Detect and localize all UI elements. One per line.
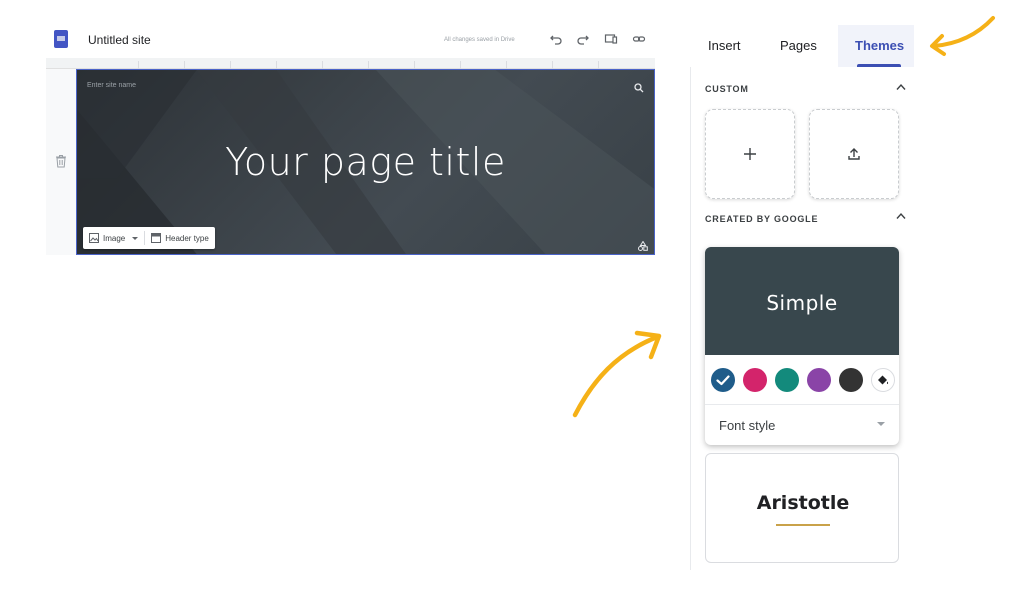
- chevron-down-icon: [877, 422, 885, 426]
- trash-icon[interactable]: [55, 154, 67, 168]
- section-label-created-by-google: CREATED BY GOOGLE: [705, 214, 819, 224]
- annotation-arrow: [572, 330, 662, 418]
- upload-icon: [846, 146, 862, 162]
- tab-insert[interactable]: Insert: [708, 38, 741, 53]
- site-name-input[interactable]: Enter site name: [87, 82, 136, 89]
- theme-name: Simple: [766, 291, 838, 315]
- header-type-button[interactable]: Header type: [145, 227, 215, 249]
- link-icon[interactable]: [632, 32, 646, 46]
- theme-accent-rule: [776, 524, 830, 526]
- header-banner[interactable]: Enter site name Your page title Image He…: [76, 69, 655, 255]
- font-style-dropdown[interactable]: Font style: [705, 404, 899, 444]
- font-style-label: Font style: [719, 418, 776, 433]
- search-icon[interactable]: [634, 80, 644, 93]
- redo-icon[interactable]: [576, 32, 590, 46]
- sites-logo-icon[interactable]: [54, 30, 68, 48]
- theme-name: Aristotle: [756, 492, 850, 514]
- ruler: [46, 58, 655, 69]
- section-label-custom: CUSTOM: [705, 84, 749, 94]
- side-panel: Insert Pages Themes CUSTOM CREATED BY GO…: [690, 25, 914, 570]
- theme-preview[interactable]: Simple: [705, 247, 899, 355]
- save-status: All changes saved in Drive: [444, 37, 515, 43]
- add-theme-button[interactable]: [705, 109, 795, 199]
- header-type-label: Header type: [165, 233, 209, 243]
- tab-themes[interactable]: Themes: [855, 38, 904, 53]
- undo-icon[interactable]: [549, 32, 563, 46]
- image-button[interactable]: Image: [83, 227, 144, 249]
- add-icon: [742, 146, 758, 162]
- doc-title[interactable]: Untitled site: [88, 33, 151, 47]
- theme-card-simple[interactable]: Simple Font style: [705, 247, 899, 445]
- shapes-icon[interactable]: [638, 238, 648, 251]
- paint-bucket-icon[interactable]: [871, 368, 895, 392]
- color-swatch[interactable]: [807, 368, 831, 392]
- image-icon: [89, 233, 99, 243]
- header-toolbar: Image Header type: [83, 227, 215, 249]
- image-button-label: Image: [103, 233, 126, 243]
- page-title[interactable]: Your page title: [77, 140, 654, 184]
- annotation-arrow: [930, 16, 995, 56]
- chevron-up-icon[interactable]: [896, 212, 906, 220]
- color-swatch[interactable]: [775, 368, 799, 392]
- color-swatch[interactable]: [743, 368, 767, 392]
- tab-pages[interactable]: Pages: [780, 38, 817, 53]
- color-swatch-selected[interactable]: [711, 368, 735, 392]
- theme-card-aristotle[interactable]: Aristotle: [705, 453, 899, 563]
- themes-panel: CUSTOM CREATED BY GOOGLE Simple Font sty…: [690, 67, 914, 570]
- chevron-up-icon[interactable]: [896, 83, 906, 91]
- upload-theme-button[interactable]: [809, 109, 899, 199]
- color-swatch[interactable]: [839, 368, 863, 392]
- panel-tabs: Insert Pages Themes: [690, 25, 914, 67]
- chevron-down-icon: [132, 236, 139, 240]
- header-type-icon: [151, 233, 162, 243]
- preview-icon[interactable]: [604, 32, 618, 46]
